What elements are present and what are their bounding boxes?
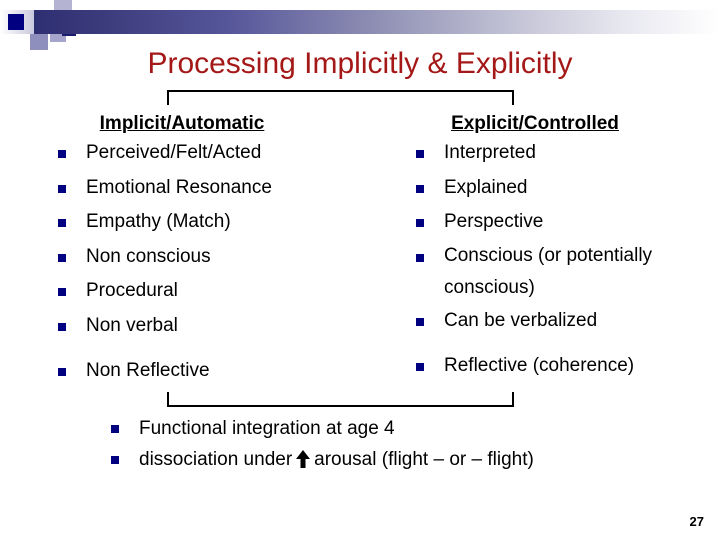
list-item-label-before: dissociation under [139, 449, 293, 470]
implicit-list: Perceived/Felt/Acted Emotional Resonance… [42, 136, 382, 389]
bullet-square-icon [111, 456, 119, 464]
bullet-square-icon [58, 219, 66, 227]
list-item-label: Conscious (or potentially conscious) [444, 244, 653, 298]
bullet-square-icon [416, 363, 424, 371]
bracket-bottom [167, 392, 514, 407]
list-item: Non Reflective [42, 354, 382, 389]
list-item: Explained [400, 171, 720, 206]
list-item: Non verbal [42, 309, 382, 344]
bullet-square-icon [416, 184, 424, 193]
list-item: Empathy (Match) [42, 205, 382, 240]
list-item: dissociation under arousal (flight – or –… [95, 444, 695, 475]
column-header-implicit: Implicit/Automatic [99, 113, 265, 134]
column-explicit: Explicit/Controlled Interpreted Explaine… [400, 112, 720, 384]
bullet-square-icon [58, 288, 66, 296]
bullet-square-icon [58, 322, 66, 331]
list-item-label: Can be verbalized [444, 309, 598, 331]
bullet-square-icon [58, 184, 66, 193]
list-item-label: Reflective (coherence) [444, 355, 635, 376]
bullet-square-icon [416, 219, 424, 227]
list-item-label-after: arousal (flight – or – flight) [314, 449, 534, 470]
bullet-square-icon [416, 253, 424, 262]
list-item-label: Non Reflective [86, 360, 210, 381]
list-item: Functional integration at age 4 [95, 413, 695, 444]
column-header-explicit: Explicit/Controlled [451, 113, 619, 134]
list-item-label: Explained [444, 176, 528, 198]
bullet-square-icon [58, 150, 66, 158]
list-item-label: Emotional Resonance [86, 176, 272, 198]
list-item-label: Procedural [86, 280, 178, 301]
list-item: Non conscious [42, 240, 382, 275]
list-item-label: Functional integration at age 4 [139, 418, 395, 439]
bullet-square-icon [58, 253, 66, 262]
list-item-label: Non verbal [86, 314, 178, 336]
list-item-label: Perceived/Felt/Acted [86, 142, 262, 163]
bullet-square-icon [416, 317, 424, 326]
up-arrow-icon [292, 449, 314, 469]
list-item: Emotional Resonance [42, 171, 382, 206]
slide: Processing Implicitly & Explicitly Impli… [0, 0, 720, 540]
list-item: Reflective (coherence) [400, 349, 720, 384]
bottom-notes: Functional integration at age 4 dissocia… [95, 413, 695, 475]
list-item: Can be verbalized [400, 304, 720, 339]
bottom-list: Functional integration at age 4 dissocia… [95, 413, 695, 475]
bracket-top [167, 90, 514, 105]
list-item-label: Non conscious [86, 245, 211, 267]
header-gradient-bar [34, 10, 720, 34]
list-item-label: Empathy (Match) [86, 211, 231, 232]
deco-square [8, 14, 24, 30]
page-number: 27 [689, 514, 704, 529]
list-item: Interpreted [400, 136, 720, 171]
list-item: Conscious (or potentially conscious) [400, 240, 720, 304]
column-implicit: Implicit/Automatic Perceived/Felt/Acted … [42, 112, 382, 389]
bullet-square-icon [58, 368, 66, 376]
deco-square [32, 0, 48, 10]
list-item-label: Interpreted [444, 142, 536, 163]
list-item-label: Perspective [444, 211, 544, 232]
bullet-square-icon [111, 425, 119, 433]
explicit-list: Interpreted Explained Perspective Consci… [400, 136, 720, 384]
bullet-square-icon [416, 150, 424, 158]
list-item: Perspective [400, 205, 720, 240]
list-item: Procedural [42, 274, 382, 309]
page-title: Processing Implicitly & Explicitly [147, 47, 573, 80]
list-item: Perceived/Felt/Acted [42, 136, 382, 171]
header-decoration [0, 0, 720, 50]
